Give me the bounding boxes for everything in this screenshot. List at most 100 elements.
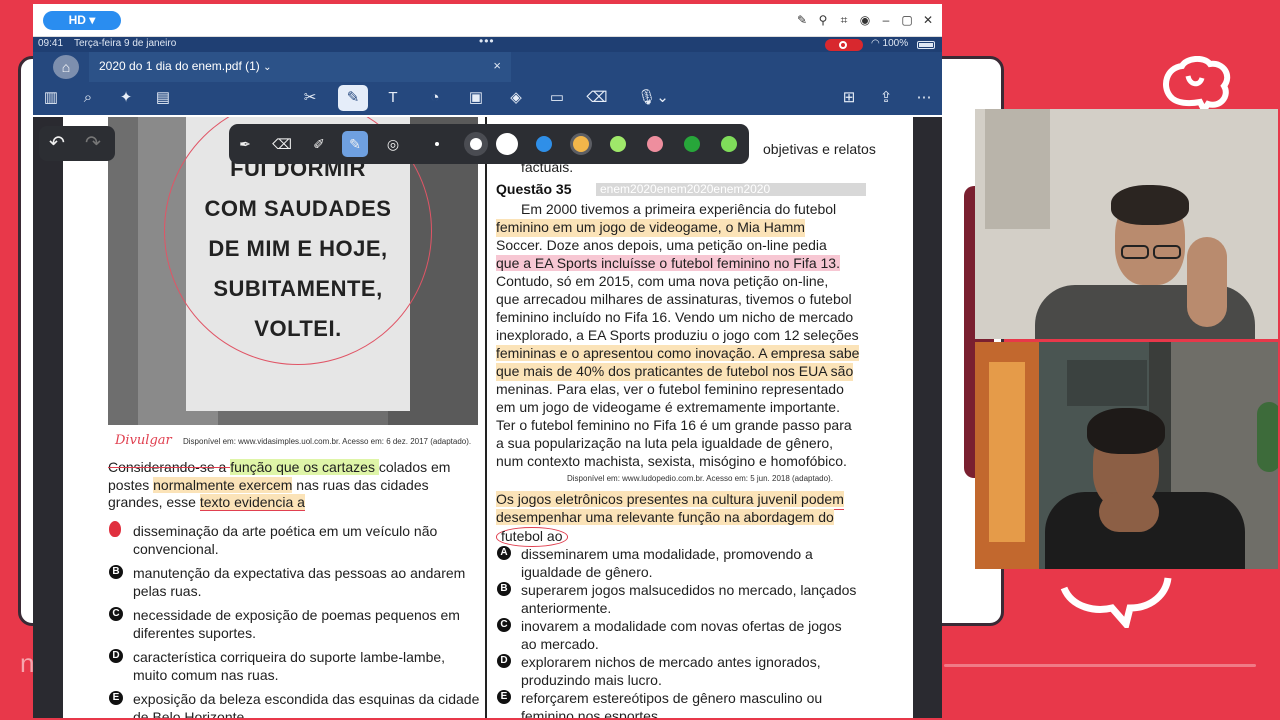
option-letter-b: B <box>109 565 123 579</box>
brain-logo-icon <box>1163 56 1231 112</box>
sparkle-icon[interactable]: ✦ <box>114 87 138 109</box>
image-icon[interactable]: ▣ <box>464 87 488 109</box>
pen-icon[interactable]: ✎ <box>338 85 368 111</box>
ipad-status-bar: 09:41 Terça-feira 9 de janeiro ••• ◠ 100… <box>33 34 942 52</box>
document-tab-title: 2020 do 1 dia do enem.pdf (1) <box>99 59 260 73</box>
teacher-glasses-left <box>1121 245 1149 259</box>
left-source-caption: Disponível em: www.vidasimples.uol.com.b… <box>183 437 472 446</box>
paragraph-line: num contexto machista, sexista, misógino… <box>496 453 847 469</box>
paragraph-line: meninas. Para elas, ver o futebol femini… <box>496 381 844 397</box>
paragraph-highlight: que a EA Sports incluísse o futebol femi… <box>496 255 840 271</box>
right-prompt-line: futebol ao <box>496 527 568 547</box>
sidebar-icon[interactable]: ▥ <box>39 87 63 109</box>
color-swatch-3[interactable] <box>573 136 589 152</box>
prompt-highlight: Os jogos eletrônicos presentes na cultur… <box>496 491 844 507</box>
right-prompt-line: Os jogos eletrônicos presentes na cultur… <box>496 491 844 510</box>
question-title: Questão 35 <box>496 181 572 197</box>
pdf-viewport[interactable]: FUI DORMIR COM SAUDADES DE MIM E HOJE, S… <box>33 117 942 718</box>
shape-icon[interactable]: ◔ <box>423 87 447 109</box>
option-letter-e: E <box>109 691 123 705</box>
tab-close-icon[interactable]: × <box>493 58 501 73</box>
color-swatch-7[interactable] <box>721 136 737 152</box>
redo-icon[interactable]: ↷ <box>85 132 101 155</box>
undo-icon[interactable]: ↶ <box>49 132 65 155</box>
right-option-a-line2[interactable]: igualdade de gênero. <box>521 563 653 581</box>
record-icon[interactable]: ◉ <box>859 12 871 28</box>
option-letter-b: B <box>497 582 511 596</box>
add-page-icon[interactable]: ⊞ <box>837 87 861 109</box>
color-swatch-5[interactable] <box>647 136 663 152</box>
crop-icon[interactable]: ⌗ <box>838 12 850 28</box>
multitasking-dots[interactable]: ••• <box>479 34 495 48</box>
left-option-a[interactable]: disseminação da arte poética em um veícu… <box>133 522 480 558</box>
option-letter-c: C <box>109 607 123 621</box>
right-option-c-line1[interactable]: inovarem a modalidade com novas ofertas … <box>521 617 842 635</box>
left-question-prompt: Considerando-se a função que os cartazes… <box>108 459 480 512</box>
teacher-glasses-right <box>1153 245 1181 259</box>
more-icon[interactable]: ⋯ <box>912 87 936 109</box>
left-option-e[interactable]: exposição da beleza escondida das esquin… <box>133 690 480 718</box>
status-date: Terça-feira 9 de janeiro <box>74 38 177 49</box>
enem-watermark-strip: enem2020enem2020enem2020 <box>596 183 866 196</box>
paragraph-line: que arrecadou milhares de assinaturas, t… <box>496 291 852 307</box>
option-letter-a: A <box>497 546 511 560</box>
marker-icon[interactable]: ✎ <box>342 131 368 157</box>
maximize-icon[interactable]: ▢ <box>901 12 913 28</box>
right-option-d-line1[interactable]: explorarem nichos de mercado antes ignor… <box>521 653 821 671</box>
color-swatch-1[interactable] <box>496 133 518 155</box>
webcam-student <box>975 342 1278 569</box>
handwritten-annotation: Divulgar <box>115 433 172 448</box>
pin-icon[interactable]: ⚲ <box>817 12 829 28</box>
thickness-small-dot[interactable] <box>435 142 439 146</box>
right-option-a-line1[interactable]: disseminarem uma modalidade, promovendo … <box>521 545 813 563</box>
search-icon[interactable]: ⌕ <box>76 87 100 109</box>
color-swatch-4[interactable] <box>610 136 626 152</box>
undo-redo-bar: ↶ ↷ <box>39 126 115 161</box>
right-option-d-line2[interactable]: produzindo mais lucro. <box>521 671 662 689</box>
chevron-down-icon[interactable]: ⌄ <box>263 62 271 73</box>
main-toolbar: ▥ ⌕ ✦ ▤ ✂ ✎ T ◔ ▣ ◈ ▭ ⌫ 🎙︎⌄ ⊞ ⇪ ⋯ <box>33 82 942 115</box>
lasso-icon[interactable]: ✂ <box>298 87 322 109</box>
eraser-icon[interactable]: ⌫ <box>585 87 609 109</box>
column-divider <box>485 117 487 718</box>
paragraph-line: que mais de 40% dos praticantes de futeb… <box>496 363 854 381</box>
paragraph-line: Ter o futebol feminino no Fifa 16 é um g… <box>496 417 852 433</box>
sticky-note-icon[interactable]: ▭ <box>545 87 569 109</box>
battery-icon <box>917 41 935 49</box>
room-plant <box>1257 402 1278 472</box>
lasso-icon[interactable]: ◎ <box>383 134 403 154</box>
paragraph-line: feminino incluído no Fifa 16. Vendo um n… <box>496 309 854 325</box>
elements-icon[interactable]: ◈ <box>504 87 528 109</box>
quality-selector-button[interactable]: HD ▾ <box>43 11 121 30</box>
color-swatch-2[interactable] <box>536 136 552 152</box>
right-option-e-line1[interactable]: reforçarem estereótipos de gênero mascul… <box>521 689 822 707</box>
highlighter-icon[interactable]: ✐ <box>309 134 329 154</box>
right-option-e-line2[interactable]: feminino nos esportes. <box>521 707 662 718</box>
option-a-marker <box>109 521 121 537</box>
right-prompt-line: desempenhar uma relevante função na abor… <box>496 509 834 527</box>
microphone-icon[interactable]: 🎙︎⌄ <box>633 87 673 109</box>
fountain-pen-icon[interactable]: ✒ <box>235 134 255 154</box>
right-option-c-line2[interactable]: ao mercado. <box>521 635 599 653</box>
left-option-c[interactable]: necessidade de exposição de poemas peque… <box>133 606 480 642</box>
color-swatch-6[interactable] <box>684 136 700 152</box>
document-tab[interactable]: 2020 do 1 dia do enem.pdf (1) ⌄ × <box>89 52 511 82</box>
eraser-icon[interactable]: ⌫ <box>272 134 292 154</box>
room-window-light <box>989 362 1025 542</box>
clipboard-icon[interactable]: ▤ <box>151 87 175 109</box>
pdf-page[interactable]: FUI DORMIR COM SAUDADES DE MIM E HOJE, S… <box>63 117 913 718</box>
close-icon[interactable]: ✕ <box>922 12 934 28</box>
right-option-b-line1[interactable]: superarem jogos malsucedidos no mercado,… <box>521 581 856 599</box>
house-icon[interactable]: ⌂ <box>53 55 79 79</box>
minimize-icon[interactable]: – <box>880 12 892 28</box>
text-box-icon[interactable]: T <box>381 87 405 109</box>
room-shelf <box>985 109 1050 229</box>
left-option-b[interactable]: manutenção da expectativa das pessoas ao… <box>133 564 480 600</box>
pen-icon[interactable]: ✎ <box>796 12 808 28</box>
left-option-d[interactable]: característica corriqueira do suporte la… <box>133 648 480 684</box>
right-option-b-line2[interactable]: anteriormente. <box>521 599 611 617</box>
paragraph-line: Soccer. Doze anos depois, uma petição on… <box>496 237 827 253</box>
thickness-medium-dot[interactable] <box>470 138 482 150</box>
wifi-battery-text: ◠ 100% <box>871 38 908 49</box>
share-icon[interactable]: ⇪ <box>874 87 898 109</box>
